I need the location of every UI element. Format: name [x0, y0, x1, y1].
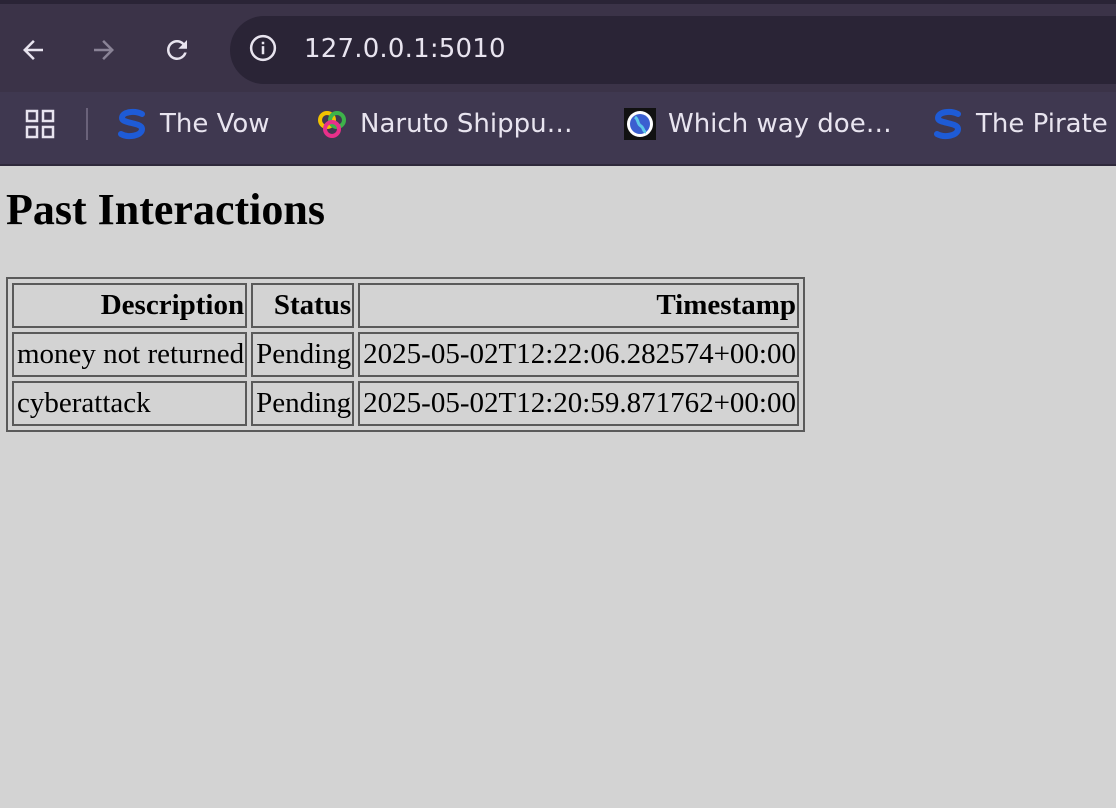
description-cell: money not returned	[12, 332, 248, 377]
bookmarks-divider	[86, 108, 88, 140]
apps-button[interactable]	[24, 108, 58, 142]
bookmark-naruto[interactable]: Naruto Shippu…	[316, 106, 573, 142]
bookmark-label: Naruto Shippu…	[360, 109, 573, 139]
timestamp-cell: 2025-05-02T12:20:59.871762+00:00	[358, 381, 799, 426]
timestamp-cell: 2025-05-02T12:22:06.282574+00:00	[358, 332, 799, 377]
bookmarks-bar: The Vow Naruto Shippu… Which way doe… Th…	[0, 92, 1116, 166]
status-cell: Pending	[251, 332, 355, 377]
bookmark-label: The Vow	[160, 109, 270, 139]
table-header-row: Description Status Timestamp	[12, 283, 799, 328]
back-button[interactable]	[13, 30, 53, 70]
table-row: cyberattack Pending 2025-05-02T12:20:59.…	[12, 381, 799, 426]
globe-icon	[624, 108, 656, 140]
bookmark-label: The Pirate	[976, 109, 1108, 139]
reload-button[interactable]	[157, 30, 197, 70]
info-icon	[248, 33, 278, 67]
site-info-button[interactable]	[240, 30, 286, 70]
arrow-left-icon	[18, 35, 48, 65]
bookmark-which-way[interactable]: Which way doe…	[624, 106, 892, 142]
column-header-timestamp: Timestamp	[358, 283, 799, 328]
browser-chrome: 127.0.0.1:5010 The Vow Naruto Shippu… Wh…	[0, 0, 1116, 166]
column-header-status: Status	[251, 283, 355, 328]
column-header-description: Description	[12, 283, 248, 328]
address-bar[interactable]: 127.0.0.1:5010	[230, 16, 1116, 84]
forward-button[interactable]	[84, 30, 124, 70]
description-cell: cyberattack	[12, 381, 248, 426]
s-logo-icon	[932, 108, 964, 140]
arrow-right-icon	[89, 35, 119, 65]
bookmark-label: Which way doe…	[668, 109, 892, 139]
page-content: Past Interactions Description Status Tim…	[0, 166, 1116, 808]
status-cell: Pending	[251, 381, 355, 426]
bookmark-the-vow[interactable]: The Vow	[116, 106, 270, 142]
rings-icon	[316, 108, 348, 140]
apps-grid-icon	[24, 109, 58, 146]
reload-icon	[162, 35, 192, 65]
bookmark-the-pirate[interactable]: The Pirate	[932, 106, 1108, 142]
page-title: Past Interactions	[6, 185, 325, 234]
url-text[interactable]: 127.0.0.1:5010	[304, 34, 506, 64]
interactions-table: Description Status Timestamp money not r…	[6, 277, 805, 432]
navigation-bar: 127.0.0.1:5010	[0, 4, 1116, 92]
table-row: money not returned Pending 2025-05-02T12…	[12, 332, 799, 377]
s-logo-icon	[116, 108, 148, 140]
